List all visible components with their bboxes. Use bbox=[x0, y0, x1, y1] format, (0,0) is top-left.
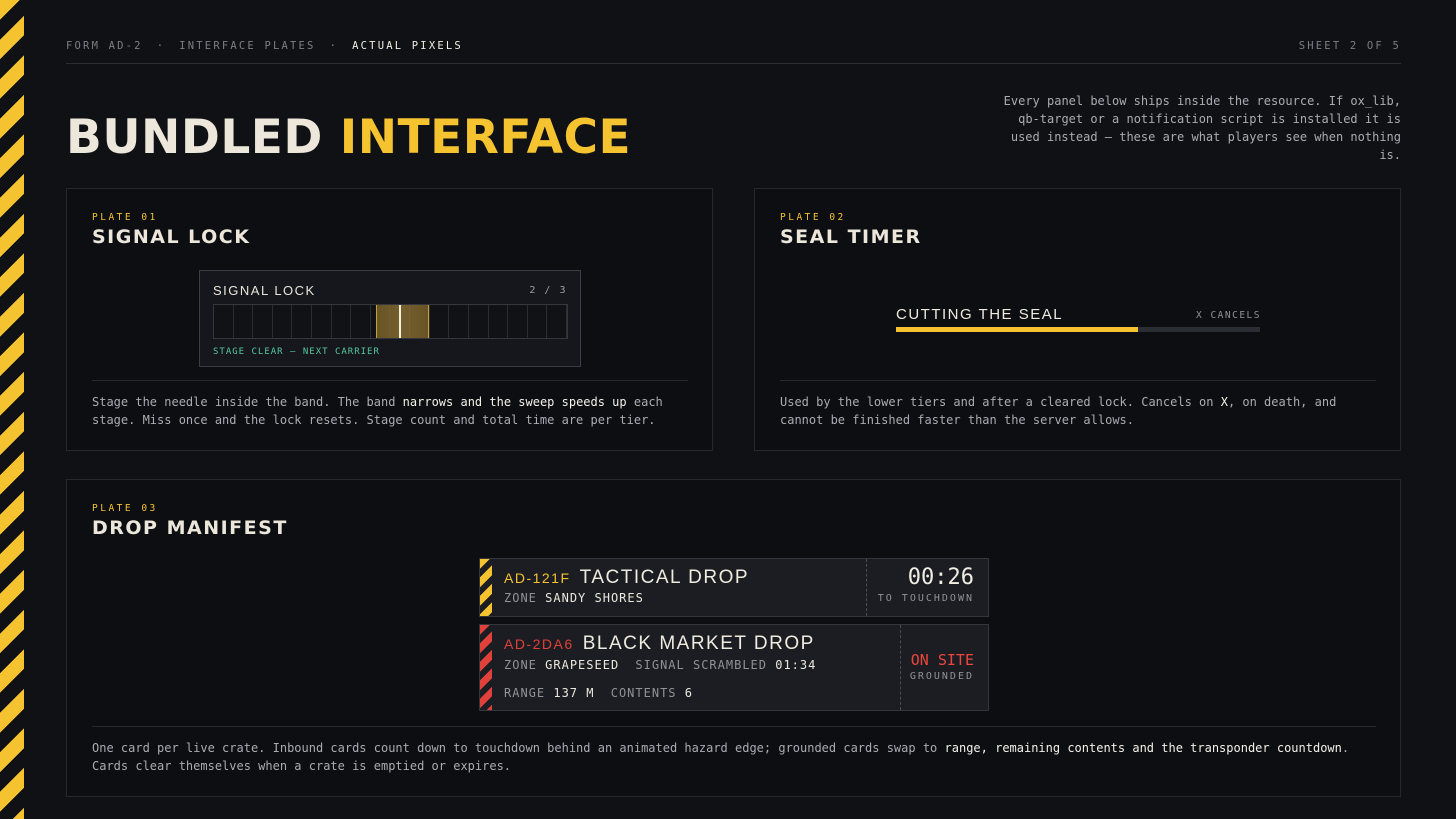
top-bar: FORM AD-2 · INTERFACE PLATES · ACTUAL PI… bbox=[66, 40, 1401, 64]
desc-highlight: range, remaining contents and the transp… bbox=[944, 741, 1342, 755]
seal-timer-progress-fill bbox=[896, 327, 1139, 332]
signal-lock-title: SIGNAL LOCK bbox=[213, 283, 316, 298]
signal-lock-segment bbox=[528, 305, 548, 338]
sheet-indicator: SHEET 2 OF 5 bbox=[1298, 40, 1401, 52]
drop-zone-line: ZONE SANDY SHORES bbox=[504, 591, 644, 605]
breadcrumb-interface-plates[interactable]: INTERFACE PLATES bbox=[179, 40, 315, 52]
plate-number: PLATE 03 bbox=[92, 503, 158, 514]
signal-lock-segment bbox=[430, 305, 450, 338]
drop-timer-panel: 00:26 TO TOUCHDOWN bbox=[866, 559, 988, 616]
drop-id: AD-121F bbox=[504, 570, 571, 586]
contents-label: CONTENTS bbox=[610, 686, 677, 700]
plate-drop-manifest: PLATE 03 DROP MANIFEST AD-121F TACTICAL … bbox=[66, 479, 1401, 797]
seal-timer-label: CUTTING THE SEAL bbox=[896, 306, 1064, 323]
signal-lock-segment bbox=[214, 305, 234, 338]
drop-card-heading: AD-2DA6 BLACK MARKET DROP bbox=[504, 633, 815, 655]
intro-text: Every panel below ships inside the resou… bbox=[1003, 94, 1401, 162]
zone-value: SANDY SHORES bbox=[545, 591, 644, 605]
hazard-edge bbox=[480, 625, 492, 710]
range-label: RANGE bbox=[504, 686, 546, 700]
signal-lock-segment bbox=[273, 305, 293, 338]
breadcrumb-form[interactable]: FORM AD-2 bbox=[66, 40, 143, 52]
breadcrumb-actual-pixels: ACTUAL PIXELS bbox=[352, 40, 463, 52]
plate-title: DROP MANIFEST bbox=[92, 517, 288, 539]
drop-id: AD-2DA6 bbox=[504, 636, 574, 652]
desc-highlight: X bbox=[1220, 395, 1228, 409]
plate-signal-lock: PLATE 01 SIGNAL LOCK SIGNAL LOCK 2 / 3 S… bbox=[66, 188, 713, 451]
desc-text: One card per live crate. Inbound cards c… bbox=[92, 741, 945, 755]
signal-lock-widget: SIGNAL LOCK 2 / 3 STAGE CLEAR — NEXT CAR… bbox=[199, 270, 581, 367]
signal-lock-segment bbox=[449, 305, 469, 338]
drop-card-inbound[interactable]: AD-121F TACTICAL DROP ZONE SANDY SHORES … bbox=[479, 558, 989, 617]
signal-lock-segment bbox=[508, 305, 528, 338]
signal-lock-segment bbox=[469, 305, 489, 338]
breadcrumb-separator: · bbox=[156, 40, 166, 52]
scrambled-label: SIGNAL SCRAMBLED bbox=[635, 658, 767, 672]
desc-highlight: narrows and the sweep speeds up bbox=[402, 395, 627, 409]
drop-name: BLACK MARKET DROP bbox=[582, 633, 815, 654]
plate-seal-timer: PLATE 02 SEAL TIMER CUTTING THE SEAL X C… bbox=[754, 188, 1401, 451]
desc-text: Stage the needle inside the band. The ba… bbox=[92, 395, 403, 409]
drop-name: TACTICAL DROP bbox=[579, 567, 750, 588]
page-title: BUNDLED INTERFACE bbox=[66, 110, 631, 165]
plate-number: PLATE 01 bbox=[92, 212, 158, 223]
range-value: 137 M bbox=[553, 686, 595, 700]
seal-timer-progress-track bbox=[896, 327, 1260, 332]
signal-lock-segment bbox=[547, 305, 567, 338]
drop-status-panel: ON SITE GROUNDED bbox=[900, 625, 988, 710]
drop-status-sub: GROUNDED bbox=[909, 671, 974, 682]
drop-status: ON SITE bbox=[910, 651, 974, 669]
signal-lock-stage-count: 2 / 3 bbox=[529, 285, 567, 296]
hazard-stripe-edge bbox=[0, 0, 24, 819]
hazard-edge bbox=[480, 559, 492, 616]
plate-title: SIGNAL LOCK bbox=[92, 226, 251, 248]
contents-value: 6 bbox=[684, 686, 693, 700]
plate-description: Stage the needle inside the band. The ba… bbox=[92, 393, 692, 429]
drop-zone-line: ZONE GRAPESEED SIGNAL SCRAMBLED 01:34 bbox=[504, 658, 816, 672]
page-title-part1: BUNDLED bbox=[66, 110, 323, 165]
signal-lock-segment bbox=[234, 305, 254, 338]
divider bbox=[92, 726, 1376, 727]
signal-lock-sweep-bar[interactable] bbox=[213, 304, 568, 339]
zone-label: ZONE bbox=[504, 658, 537, 672]
zone-value: GRAPESEED bbox=[545, 658, 620, 672]
drop-countdown: 00:26 bbox=[907, 565, 974, 590]
divider bbox=[780, 380, 1376, 381]
signal-lock-status: STAGE CLEAR — NEXT CARRIER bbox=[213, 347, 380, 357]
drop-range-line: RANGE 137 M CONTENTS 6 bbox=[504, 686, 693, 700]
plate-description: One card per live crate. Inbound cards c… bbox=[92, 739, 1382, 775]
zone-label: ZONE bbox=[504, 591, 537, 605]
divider bbox=[92, 380, 688, 381]
signal-lock-segment bbox=[332, 305, 352, 338]
plate-number: PLATE 02 bbox=[780, 212, 846, 223]
signal-lock-segment bbox=[351, 305, 371, 338]
breadcrumb: FORM AD-2 · INTERFACE PLATES · ACTUAL PI… bbox=[66, 40, 463, 52]
signal-lock-needle bbox=[399, 305, 401, 338]
plate-title: SEAL TIMER bbox=[780, 226, 922, 248]
drop-countdown-label: TO TOUCHDOWN bbox=[877, 593, 974, 604]
page-title-part2: INTERFACE bbox=[339, 110, 632, 165]
signal-lock-segment bbox=[253, 305, 273, 338]
desc-text: Used by the lower tiers and after a clea… bbox=[780, 395, 1221, 409]
plate-description: Used by the lower tiers and after a clea… bbox=[780, 393, 1380, 429]
signal-lock-target-band bbox=[376, 305, 429, 338]
signal-lock-segment bbox=[489, 305, 509, 338]
drop-card-grounded[interactable]: AD-2DA6 BLACK MARKET DROP ZONE GRAPESEED… bbox=[479, 624, 989, 711]
scrambled-countdown: 01:34 bbox=[775, 658, 817, 672]
seal-timer-cancel-hint: X CANCELS bbox=[1196, 310, 1261, 321]
signal-lock-segment bbox=[312, 305, 332, 338]
drop-card-heading: AD-121F TACTICAL DROP bbox=[504, 567, 749, 589]
signal-lock-segment bbox=[292, 305, 313, 338]
breadcrumb-separator: · bbox=[329, 40, 339, 52]
